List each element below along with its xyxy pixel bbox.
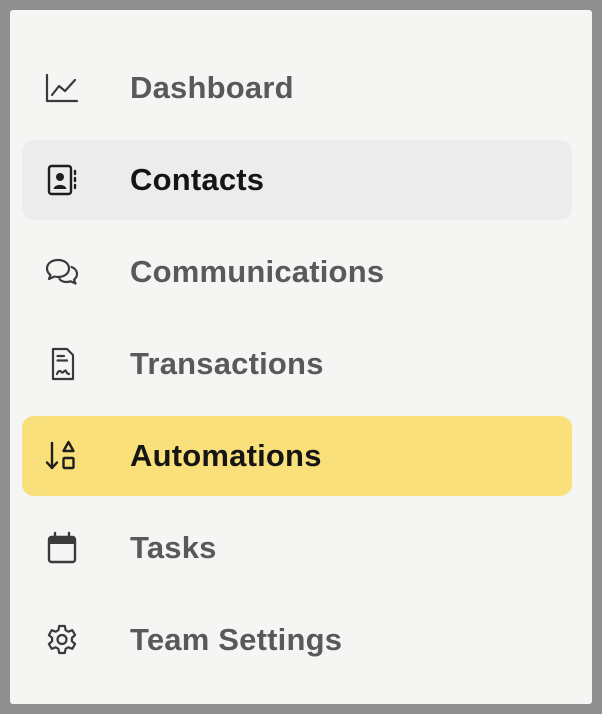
chat-bubbles-icon [44,255,80,289]
sidebar-item-label: Contacts [130,162,265,197]
sidebar-item-contacts[interactable]: Contacts [22,140,572,220]
sort-shapes-icon [44,439,80,473]
sidebar-item-team-settings[interactable]: Team Settings [22,600,572,680]
sidebar-item-automations[interactable]: Automations [22,416,572,496]
sidebar-item-label: Team Settings [130,622,343,657]
sidebar-item-tasks[interactable]: Tasks [22,508,572,588]
sidebar-item-label: Dashboard [130,70,294,105]
sidebar-item-transactions[interactable]: Transactions [22,324,572,404]
sidebar-item-communications[interactable]: Communications [22,232,572,312]
calendar-icon [44,531,80,565]
sidebar-item-label: Automations [130,438,322,473]
sidebar-item-dashboard[interactable]: Dashboard [22,48,572,128]
sidebar-nav: Dashboard Contacts Communications Transa… [22,48,572,692]
contact-card-icon [44,163,80,197]
sidebar-item-label: Transactions [130,346,324,381]
document-icon [44,347,80,381]
sidebar-panel: Dashboard Contacts Communications Transa… [10,10,592,704]
chart-line-icon [44,71,80,105]
sidebar-item-label: Communications [130,254,385,289]
sidebar-item-label: Tasks [130,530,217,565]
gear-icon [44,623,80,657]
